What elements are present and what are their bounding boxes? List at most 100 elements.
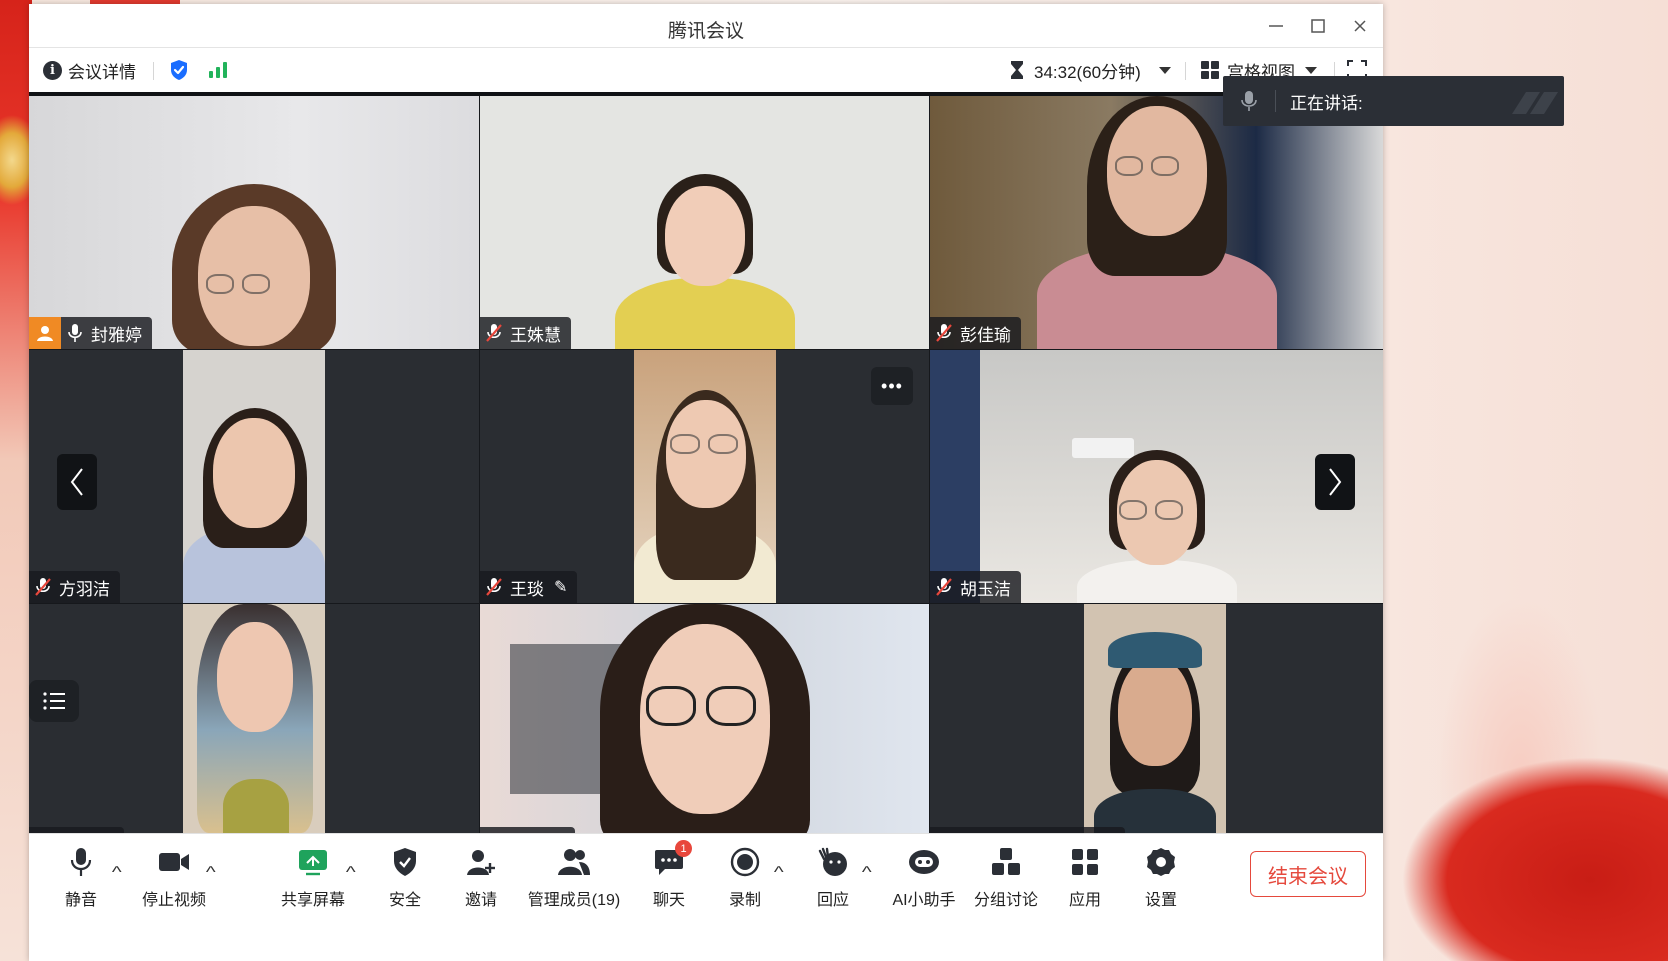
stop-video-button[interactable]: 停止视频 [141, 844, 207, 910]
mic-muted-icon [936, 578, 952, 596]
share-screen-icon [299, 850, 327, 876]
record-options-caret[interactable]: ^ [774, 864, 784, 882]
microphone-icon [70, 848, 92, 876]
video-grid: 封雅婷 王姝慧 彭佳瑜 方羽洁 ••• 王琰 ✎ 胡玉洁 [29, 96, 1383, 833]
participant-video [1036, 96, 1277, 349]
chat-label: 聊天 [652, 892, 685, 909]
share-options-caret[interactable]: ^ [346, 864, 356, 882]
chevron-down-icon [1158, 66, 1171, 74]
breakout-icon [992, 848, 1020, 875]
meeting-toolbar: 静音 ^ 停止视频 ^ 共享屏幕 ^ 安全 邀请 管理成员(19) 1 聊天 录… [29, 833, 1383, 961]
settings-button[interactable]: 设置 [1143, 844, 1179, 910]
react-options-caret[interactable]: ^ [862, 864, 872, 882]
mic-muted-icon [35, 578, 51, 596]
speaking-label: 正在讲话: [1290, 93, 1363, 113]
participant-video [580, 604, 830, 833]
apps-button[interactable]: 应用 [1067, 844, 1103, 910]
video-tile[interactable] [480, 604, 929, 833]
video-camera-icon [159, 853, 189, 871]
breakout-rooms-label: 分组讨论 [973, 892, 1038, 909]
more-options-button[interactable]: ••• [871, 367, 913, 405]
security-shield-button[interactable] [169, 48, 189, 92]
breakout-rooms-button[interactable]: 分组讨论 [973, 844, 1039, 910]
ai-assistant-button[interactable]: AI小助手 [891, 844, 957, 910]
participant-name: 胡玉洁 [960, 579, 1011, 599]
pencil-icon: ✎ [554, 579, 568, 596]
video-tile[interactable] [930, 604, 1383, 833]
close-button[interactable] [1344, 12, 1376, 40]
host-icon [29, 317, 61, 349]
window-title: 腾讯会议 [667, 21, 744, 42]
minimize-icon [1269, 25, 1283, 27]
previous-page-button[interactable] [57, 454, 97, 510]
participant-video [1084, 604, 1226, 833]
security-label: 安全 [388, 892, 421, 909]
share-screen-button[interactable]: 共享屏幕 [281, 844, 345, 910]
participant-nametag: 胡玉洁 [930, 571, 1021, 603]
meeting-window: 腾讯会议 i 会议详情 34:32(60分钟) 宫格视图 封雅婷 王姝慧 彭佳瑜… [29, 4, 1383, 961]
video-tile[interactable] [29, 604, 479, 833]
participant-video [605, 96, 805, 349]
info-icon: i [43, 60, 62, 80]
meeting-details-label: 会议详情 [68, 62, 136, 82]
participant-name: 彭佳瑜 [960, 325, 1011, 345]
invite-label: 邀请 [464, 892, 497, 909]
participant-nametag: 王琰 ✎ [480, 571, 578, 603]
mic-muted-icon [486, 578, 502, 596]
network-signal-button[interactable] [209, 48, 227, 92]
video-tile[interactable]: 封雅婷 [29, 96, 479, 349]
next-page-button[interactable] [1315, 454, 1355, 510]
security-button[interactable]: 安全 [387, 844, 423, 910]
desktop-decoration [0, 0, 32, 961]
close-icon [1354, 20, 1366, 32]
react-button[interactable]: 回应 [815, 844, 851, 910]
shield-icon [394, 848, 416, 876]
participant-video [154, 96, 354, 349]
ai-assistant-icon [909, 850, 939, 874]
maximize-button[interactable] [1302, 12, 1334, 40]
record-button[interactable]: 录制 [727, 844, 763, 910]
meeting-timer[interactable]: 34:32(60分钟) [1009, 48, 1171, 92]
record-label: 录制 [728, 892, 761, 909]
chat-button[interactable]: 1 聊天 [651, 840, 692, 910]
shield-check-icon [171, 60, 187, 80]
list-icon [43, 692, 65, 710]
chevron-down-icon [1305, 66, 1317, 74]
chevron-right-icon [1329, 468, 1342, 496]
apps-grid-icon [1072, 849, 1098, 875]
manage-members-button[interactable]: 管理成员(19) [527, 844, 621, 910]
ai-assistant-label: AI小助手 [892, 892, 956, 909]
title-bar: 腾讯会议 [29, 4, 1383, 48]
meeting-details-button[interactable]: i 会议详情 [43, 48, 136, 92]
reaction-hand-icon [818, 847, 847, 876]
record-icon [730, 847, 760, 877]
video-tile[interactable]: 彭佳瑜 [930, 96, 1383, 349]
apps-label: 应用 [1068, 892, 1101, 909]
participant-name: 王姝慧 [510, 325, 561, 345]
mute-button[interactable]: 静音 [63, 844, 99, 910]
end-meeting-button[interactable]: 结束会议 [1250, 851, 1366, 897]
chat-unread-badge: 1 [675, 840, 692, 857]
mute-label: 静音 [64, 892, 97, 909]
participant-video [183, 604, 325, 833]
share-screen-label: 共享屏幕 [281, 892, 346, 909]
info-bar: i 会议详情 34:32(60分钟) 宫格视图 [29, 48, 1383, 96]
video-tile[interactable]: 王姝慧 [480, 96, 929, 349]
hourglass-icon [1011, 61, 1023, 79]
participant-name: 王琰 [510, 579, 544, 599]
participant-name: 封雅婷 [91, 325, 142, 345]
minimize-button[interactable] [1260, 12, 1292, 40]
participant-list-button[interactable] [29, 680, 79, 722]
signal-icon [209, 62, 227, 78]
video-tile[interactable]: ••• 王琰 ✎ [480, 350, 929, 603]
mic-muted-icon [486, 324, 502, 342]
invite-button[interactable]: 邀请 [463, 844, 499, 910]
participant-nametag: 方羽洁 [29, 571, 120, 603]
maximize-icon [1311, 19, 1325, 33]
audio-options-caret[interactable]: ^ [112, 864, 122, 882]
mic-muted-icon [936, 324, 952, 342]
grid-view-icon [1201, 61, 1219, 79]
microphone-icon [1241, 91, 1257, 111]
video-options-caret[interactable]: ^ [206, 864, 216, 882]
manage-members-label: 管理成员(19) [527, 892, 621, 909]
